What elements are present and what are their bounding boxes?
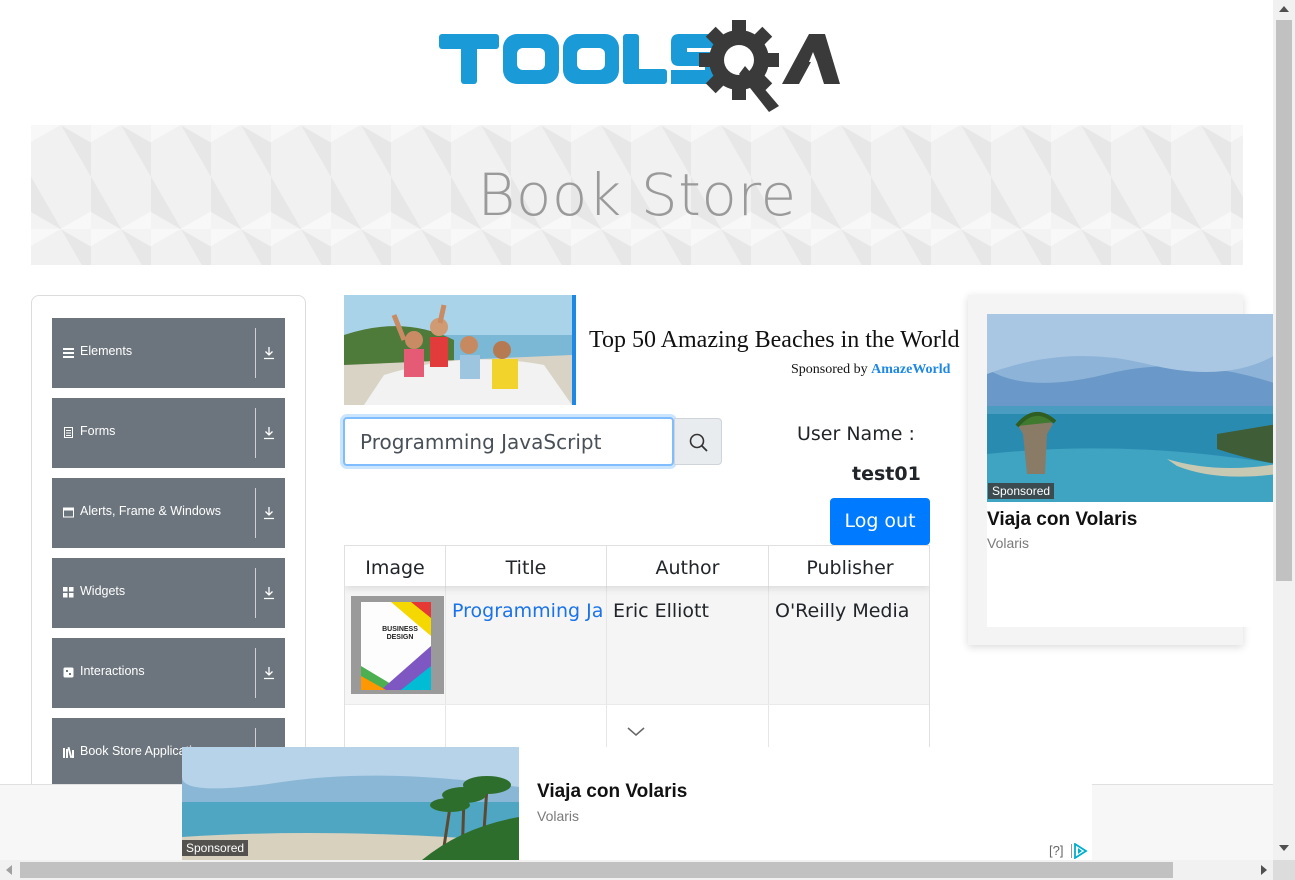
ad-image-palm-beach[interactable]: Sponsored — [182, 747, 519, 860]
download-arrow-icon — [264, 507, 274, 520]
column-divider — [768, 586, 769, 704]
download-arrow-icon — [264, 427, 274, 440]
search-button[interactable] — [674, 418, 722, 465]
sidebar: Elements Forms Alerts, Frame & Windows W… — [31, 295, 306, 795]
sidebar-group-widgets[interactable]: Widgets — [52, 558, 285, 628]
ad-help-link[interactable]: [?] — [1049, 843, 1063, 858]
sponsored-badge: Sponsored — [988, 483, 1055, 499]
search-input[interactable] — [343, 417, 674, 466]
ad-brand: Volaris — [987, 535, 1030, 551]
sidebar-group-label: Alerts, Frame & Windows — [80, 504, 222, 518]
sidebar-group-label: Book Store Applicati — [80, 744, 192, 758]
ad-title[interactable]: Viaja con Volaris — [537, 781, 687, 803]
book-title-link[interactable]: Programming JavaScript Applications — [452, 600, 604, 622]
column-header-author[interactable]: Author — [607, 546, 769, 586]
divider — [255, 488, 256, 538]
sponsored-badge: Sponsored — [182, 840, 249, 856]
coast-photo — [987, 314, 1277, 502]
logout-button[interactable]: Log out — [830, 498, 930, 545]
form-icon — [64, 427, 73, 438]
ad-accent-bar — [572, 295, 576, 405]
divider — [255, 328, 256, 378]
widgets-icon — [63, 587, 74, 598]
search-icon — [689, 433, 708, 452]
ad-bottom-volaris[interactable]: Sponsored Viaja con Volaris Volaris [?] — [182, 747, 1092, 860]
page: Book Store Elements Forms Alerts, Frame … — [0, 0, 1295, 880]
book-author: Eric Elliott — [613, 600, 709, 622]
horizontal-scrollbar[interactable] — [0, 860, 1273, 880]
ad-sidebar-volaris[interactable]: Sponsored Viaja con Volaris Volaris — [968, 295, 1277, 645]
column-divider — [606, 586, 607, 704]
sidebar-group-label: Widgets — [80, 584, 126, 598]
divider — [255, 648, 256, 698]
ad-image-beach-party[interactable] — [344, 295, 572, 405]
user-name-label: User Name : — [797, 423, 915, 445]
vertical-scroll-thumb[interactable] — [1276, 20, 1292, 581]
bookstore-icon — [63, 747, 74, 758]
ad-brand: Volaris — [537, 808, 580, 824]
ad-sponsor-prefix: Sponsored by — [791, 362, 868, 377]
download-arrow-icon — [264, 667, 274, 680]
ad-image-coast[interactable]: Sponsored — [987, 314, 1277, 502]
toolsqa-logo[interactable] — [437, 18, 842, 113]
page-banner: Book Store — [31, 125, 1243, 265]
beach-photo — [344, 295, 572, 405]
column-header-title[interactable]: Title — [446, 546, 607, 586]
sidebar-group-label: Elements — [80, 344, 133, 358]
column-header-image[interactable]: Image — [345, 546, 446, 586]
column-header-publisher[interactable]: Publisher — [769, 546, 929, 586]
hamburger-icon — [63, 348, 74, 358]
adchoices-icon[interactable] — [1071, 843, 1089, 859]
scroll-down-arrow-icon[interactable] — [1279, 845, 1289, 851]
book-cover-text: BUSINESS DESIGN — [382, 626, 418, 641]
sidebar-group-label: Interactions — [80, 664, 145, 678]
column-divider — [445, 586, 446, 704]
book-cover-graphic — [351, 596, 444, 694]
ad-card[interactable]: Sponsored Viaja con Volaris Volaris — [987, 314, 1277, 627]
scroll-up-arrow-icon[interactable] — [1279, 6, 1289, 12]
book-publisher: O'Reilly Media — [775, 600, 910, 622]
window-icon — [63, 507, 74, 518]
logo-graphic — [439, 20, 840, 112]
ad-sponsor-link[interactable]: AmazeWorld — [871, 362, 950, 377]
divider — [255, 408, 256, 458]
page-title: Book Store — [477, 161, 797, 229]
user-name-value: test01 — [852, 463, 921, 485]
ad-banner-beaches[interactable]: Top 50 Amazing Beaches in the World Spon… — [344, 295, 969, 405]
scroll-left-arrow-icon[interactable] — [6, 865, 12, 875]
sidebar-group-interactions[interactable]: Interactions — [52, 638, 285, 708]
ad-headline[interactable]: Top 50 Amazing Beaches in the World — [589, 327, 960, 354]
sidebar-group-alerts[interactable]: Alerts, Frame & Windows — [52, 478, 285, 548]
table-header: Image Title Author Publisher — [345, 546, 929, 586]
books-table: BUSINESS DESIGN Programming JavaScript A… — [344, 545, 930, 755]
sidebar-group-forms[interactable]: Forms — [52, 398, 285, 468]
chevron-down-icon[interactable] — [627, 727, 645, 737]
vertical-scrollbar[interactable] — [1273, 0, 1295, 860]
divider — [255, 568, 256, 618]
ad-title[interactable]: Viaja con Volaris — [987, 509, 1137, 531]
scroll-right-arrow-icon[interactable] — [1261, 865, 1267, 875]
scrollbar-corner — [1273, 860, 1295, 880]
table-row: BUSINESS DESIGN Programming JavaScript A… — [345, 586, 929, 704]
book-cover-image: BUSINESS DESIGN — [351, 596, 444, 694]
download-arrow-icon — [264, 347, 274, 360]
ad-sponsor-line: Sponsored by AmazeWorld — [791, 362, 950, 378]
interactions-icon — [63, 667, 74, 678]
horizontal-scroll-thumb[interactable] — [20, 862, 1173, 878]
sidebar-group-label: Forms — [80, 424, 116, 438]
sidebar-group-elements[interactable]: Elements — [52, 318, 285, 388]
download-arrow-icon — [264, 587, 274, 600]
